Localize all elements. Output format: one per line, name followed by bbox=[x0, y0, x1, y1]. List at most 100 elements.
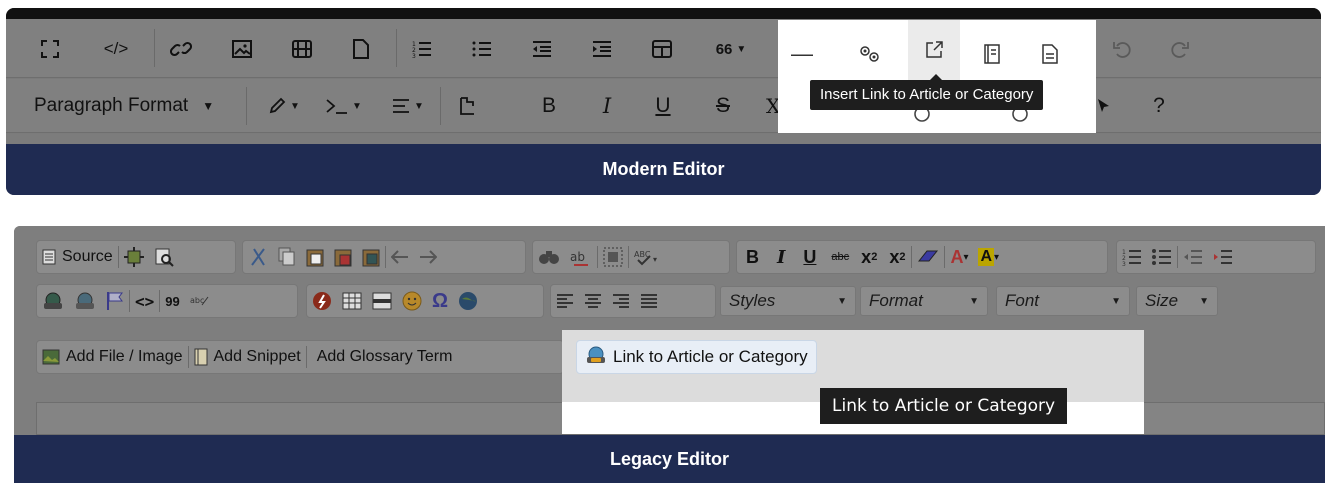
bold-button[interactable]: B bbox=[534, 91, 564, 121]
chevron-down-icon: ▼ bbox=[1111, 295, 1121, 307]
underline-button[interactable]: U bbox=[794, 241, 825, 273]
find-icon[interactable] bbox=[533, 241, 565, 273]
align-right-icon[interactable] bbox=[607, 285, 635, 317]
underline-button[interactable]: U bbox=[648, 91, 678, 121]
anchor-flag-icon[interactable] bbox=[101, 285, 129, 317]
link-to-article-tooltip: Link to Article or Category bbox=[820, 388, 1068, 424]
font-dropdown[interactable]: Font ▼ bbox=[996, 286, 1130, 316]
source-label: Source bbox=[62, 248, 113, 265]
maximize-icon[interactable] bbox=[119, 241, 149, 273]
select-all-icon[interactable] bbox=[598, 241, 628, 273]
outdent-icon[interactable] bbox=[528, 35, 556, 63]
align-center-icon[interactable] bbox=[579, 285, 607, 317]
clear-formatting-icon[interactable] bbox=[452, 91, 482, 121]
modern-editor-banner: Modern Editor bbox=[6, 144, 1321, 195]
document-icon[interactable] bbox=[1032, 36, 1068, 72]
table-icon[interactable] bbox=[648, 35, 676, 63]
undo-icon[interactable] bbox=[1108, 35, 1136, 63]
toolbar-group-insert-objects: Ω bbox=[306, 284, 544, 318]
chevron-down-icon: ▼ bbox=[837, 295, 847, 307]
bulleted-list-icon[interactable] bbox=[1147, 241, 1177, 273]
snippet-icon bbox=[194, 348, 207, 366]
add-glossary-term-button[interactable]: Add Glossary Term bbox=[307, 341, 458, 373]
code-view-button[interactable]: </> bbox=[96, 35, 136, 63]
cut-icon[interactable] bbox=[243, 241, 273, 273]
unordered-list-icon[interactable] bbox=[468, 35, 496, 63]
align-dropdown[interactable]: ▼ bbox=[386, 91, 430, 121]
horizontal-line-icon[interactable] bbox=[367, 285, 397, 317]
background-color-icon[interactable]: A ▾ bbox=[973, 241, 1004, 273]
file-icon[interactable] bbox=[348, 35, 374, 63]
superscript-number: 2 bbox=[899, 251, 906, 263]
replace-icon[interactable]: ab bbox=[565, 241, 597, 273]
svg-text:3: 3 bbox=[412, 53, 416, 58]
paste-text-icon[interactable] bbox=[329, 241, 357, 273]
redo-icon[interactable] bbox=[414, 241, 442, 273]
insert-snippet-gears-icon[interactable] bbox=[848, 36, 892, 72]
spellcheck-icon[interactable]: ABC ▾ bbox=[629, 241, 665, 273]
add-file-image-button[interactable]: Add File / Image bbox=[37, 341, 188, 373]
editor-content-area[interactable] bbox=[6, 134, 1321, 144]
size-dropdown[interactable]: Size ▼ bbox=[1136, 286, 1218, 316]
abbr-icon[interactable]: abc bbox=[185, 285, 215, 317]
video-icon[interactable] bbox=[288, 35, 316, 63]
help-button[interactable]: ? bbox=[1144, 91, 1174, 121]
image-icon[interactable] bbox=[228, 35, 256, 63]
increase-indent-icon[interactable] bbox=[1208, 241, 1238, 273]
styles-label: Styles bbox=[729, 291, 776, 310]
link-to-article-or-category-button[interactable]: Link to Article or Category bbox=[576, 340, 817, 374]
table-icon[interactable] bbox=[337, 285, 367, 317]
separator bbox=[246, 87, 247, 125]
source-button[interactable]: Source bbox=[37, 241, 118, 273]
text-color-dropdown[interactable]: ▼ bbox=[262, 91, 306, 121]
strikethrough-button[interactable]: S bbox=[708, 91, 738, 121]
link-article-icon[interactable] bbox=[37, 285, 69, 317]
insert-link-to-article-icon[interactable] bbox=[908, 20, 960, 80]
indent-icon[interactable] bbox=[588, 35, 616, 63]
link-icon[interactable] bbox=[166, 35, 196, 63]
link-article-alt-icon[interactable] bbox=[69, 285, 101, 317]
blockquote-button[interactable]: 99 bbox=[160, 285, 184, 317]
styles-dropdown[interactable]: Styles ▼ bbox=[720, 286, 856, 316]
inline-code-dropdown[interactable]: ▼ bbox=[320, 91, 368, 121]
add-snippet-button[interactable]: Add Snippet bbox=[189, 341, 306, 373]
quote-label: 66 bbox=[715, 40, 733, 58]
special-char-omega-icon[interactable]: Ω bbox=[427, 285, 453, 317]
italic-button[interactable]: I bbox=[768, 241, 794, 273]
chevron-down-icon: ▼ bbox=[414, 100, 424, 112]
code-button[interactable]: <> bbox=[130, 285, 159, 317]
paragraph-format-dropdown[interactable]: Paragraph Format ▼ bbox=[34, 79, 214, 133]
copy-icon[interactable] bbox=[273, 241, 301, 273]
superscript-button[interactable]: x2 bbox=[883, 241, 911, 273]
preview-icon[interactable] bbox=[149, 241, 179, 273]
quote-dropdown[interactable]: 66 ▼ bbox=[706, 35, 756, 63]
horizontal-rule-button[interactable]: — bbox=[788, 40, 816, 68]
bold-button[interactable]: B bbox=[737, 241, 768, 273]
ordered-list-icon[interactable]: 123 bbox=[408, 35, 436, 63]
decrease-indent-icon[interactable] bbox=[1178, 241, 1208, 273]
fullscreen-icon[interactable] bbox=[36, 35, 64, 63]
align-left-icon[interactable] bbox=[551, 285, 579, 317]
numbered-list-icon[interactable]: 123 bbox=[1117, 241, 1147, 273]
subscript-button[interactable]: x2 bbox=[855, 241, 883, 273]
smiley-icon[interactable] bbox=[397, 285, 427, 317]
text-color-icon[interactable]: A ▾ bbox=[945, 241, 973, 273]
format-dropdown[interactable]: Format ▼ bbox=[860, 286, 988, 316]
subscript-number: 2 bbox=[871, 251, 878, 263]
strike-button[interactable]: abc bbox=[825, 241, 855, 273]
flash-icon[interactable] bbox=[307, 285, 337, 317]
globe-icon[interactable] bbox=[453, 285, 483, 317]
align-justify-icon[interactable] bbox=[635, 285, 663, 317]
eraser-icon[interactable] bbox=[912, 241, 944, 273]
chevron-down-icon: ▼ bbox=[202, 99, 215, 113]
italic-button[interactable]: I bbox=[592, 91, 622, 121]
paste-icon[interactable] bbox=[301, 241, 329, 273]
undo-icon[interactable] bbox=[386, 241, 414, 273]
glossary-book-icon[interactable] bbox=[974, 36, 1010, 72]
source-icon bbox=[42, 249, 56, 265]
paste-word-icon[interactable] bbox=[357, 241, 385, 273]
redo-icon[interactable] bbox=[1166, 35, 1194, 63]
link-article-icon bbox=[585, 345, 607, 370]
toolbar-row-2: Paragraph Format▼ ▼ ▼ ▼ B I U S X1 ? bbox=[6, 79, 1321, 133]
highlight-spotlight: Link to Article or Category Link to Arti… bbox=[562, 330, 1144, 434]
